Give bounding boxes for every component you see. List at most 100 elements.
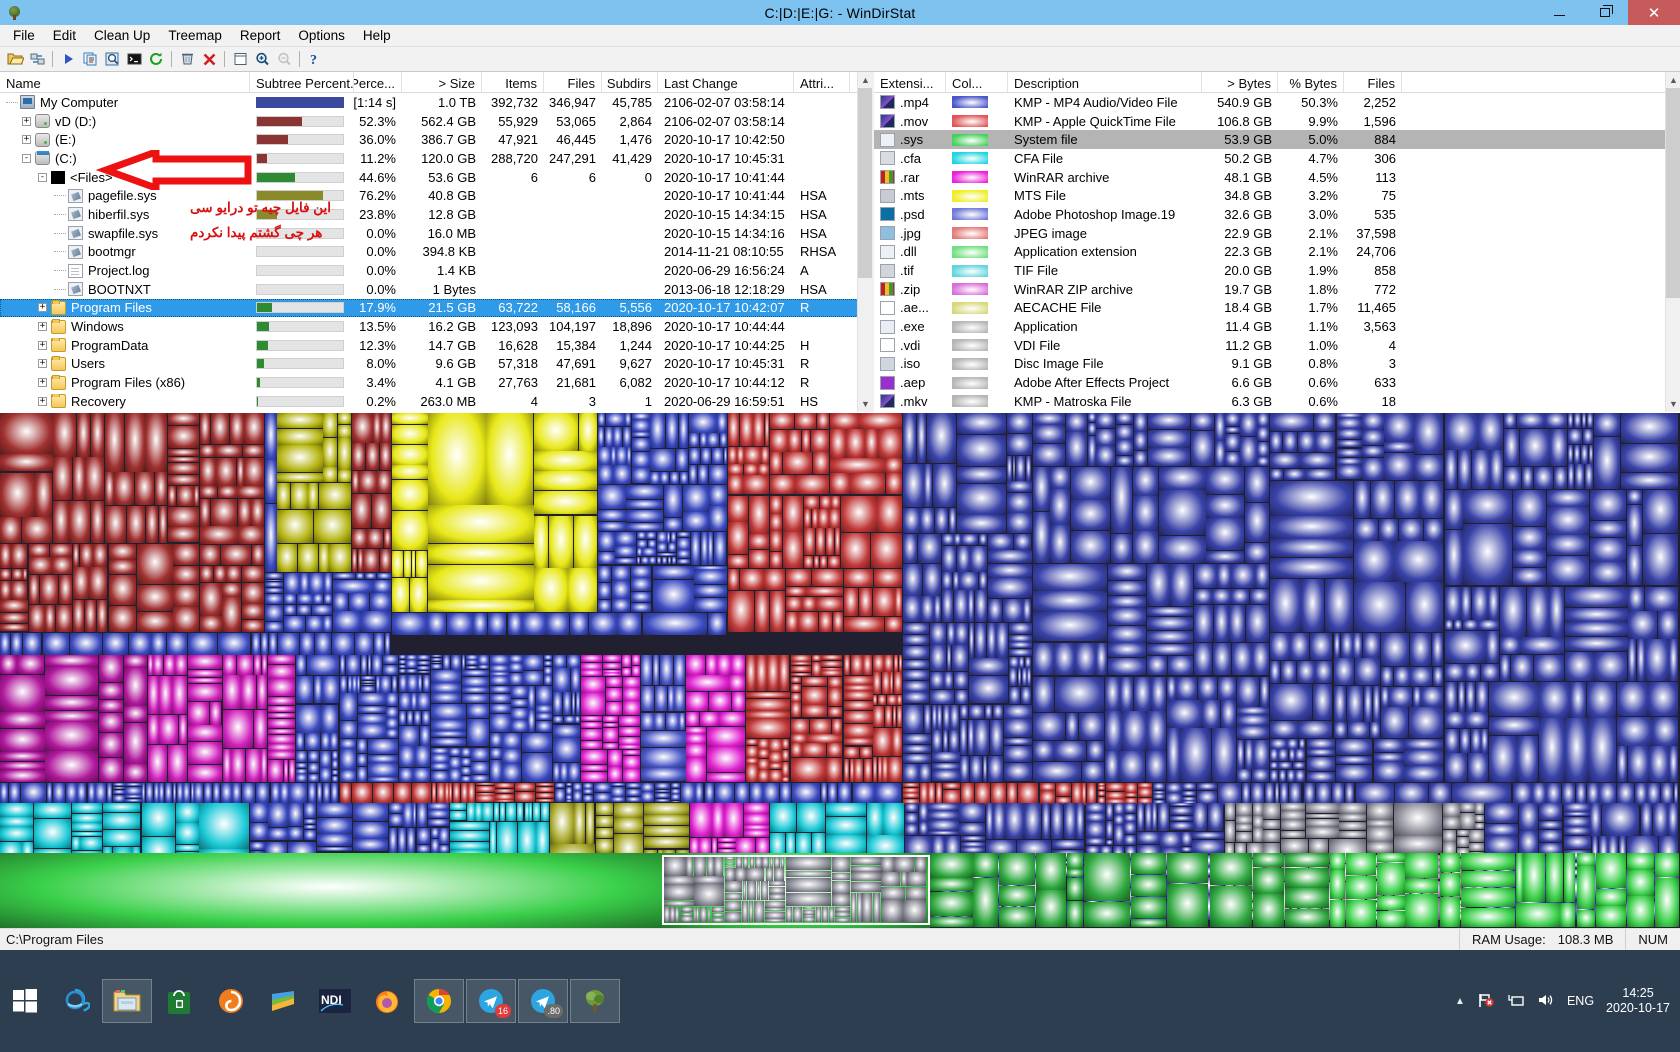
treemap-block[interactable]: [1263, 829, 1280, 842]
treemap-block[interactable]: [1120, 676, 1134, 711]
treemap-block[interactable]: [831, 880, 850, 894]
treemap-block[interactable]: [431, 747, 449, 754]
treemap-block[interactable]: [277, 633, 299, 655]
treemap-block[interactable]: [123, 668, 148, 706]
treemap-block[interactable]: [711, 917, 724, 922]
taskbar-app-ndi-tools[interactable]: NDI: [310, 979, 360, 1023]
treemap-block[interactable]: [1348, 722, 1369, 738]
treemap-block[interactable]: [761, 446, 770, 464]
treemap-block[interactable]: [598, 582, 612, 600]
treemap-block[interactable]: [671, 557, 676, 565]
treemap-block[interactable]: [1055, 783, 1071, 797]
treemap-block[interactable]: [265, 594, 284, 605]
treemap-block[interactable]: [802, 743, 827, 758]
treemap-block[interactable]: [581, 677, 606, 693]
treemap-block[interactable]: [1636, 639, 1645, 682]
treemap-block[interactable]: [357, 549, 363, 572]
treemap-block[interactable]: [373, 783, 393, 803]
treemap-block[interactable]: [1595, 853, 1627, 889]
treemap-block[interactable]: [1489, 682, 1539, 716]
treemap-block[interactable]: [953, 671, 968, 690]
treemap-block[interactable]: [903, 744, 932, 754]
treemap-block[interactable]: [1284, 888, 1329, 909]
treemap-block[interactable]: [598, 465, 613, 484]
treemap-block[interactable]: [188, 741, 222, 765]
treemap-block[interactable]: [1373, 762, 1404, 782]
treemap-block[interactable]: [680, 906, 693, 913]
treemap-block[interactable]: [929, 645, 947, 672]
treemap-block[interactable]: [744, 803, 770, 814]
treemap-block[interactable]: [804, 555, 814, 568]
treemap-block[interactable]: [769, 590, 786, 632]
treemap-block[interactable]: [790, 702, 802, 718]
treemap-block[interactable]: [175, 655, 187, 676]
chevron-up-icon[interactable]: ▲: [1455, 996, 1465, 1007]
treemap-block[interactable]: [1008, 642, 1032, 649]
treemap-block[interactable]: [406, 710, 414, 725]
treemap-block[interactable]: [356, 767, 368, 782]
treemap-block[interactable]: [450, 803, 467, 811]
treemap-block[interactable]: [406, 655, 417, 660]
treemap-block[interactable]: [241, 619, 265, 632]
treemap-block[interactable]: [1547, 555, 1590, 586]
treemap-block[interactable]: [553, 655, 567, 668]
treemap-block[interactable]: [1335, 738, 1373, 756]
treemap-block[interactable]: [699, 433, 707, 447]
treemap-block[interactable]: [333, 579, 373, 593]
treemap-block[interactable]: [1470, 729, 1481, 753]
treemap-block[interactable]: [1065, 712, 1079, 741]
treemap-block[interactable]: [748, 901, 754, 923]
treemap-block[interactable]: [159, 675, 172, 715]
treemap-block[interactable]: [1414, 413, 1444, 455]
treemap-block[interactable]: [830, 473, 850, 495]
treemap-block[interactable]: [1006, 481, 1032, 493]
treemap-block[interactable]: [421, 710, 430, 725]
treemap-block[interactable]: [451, 655, 461, 670]
treemap-block[interactable]: [813, 555, 819, 568]
treemap-block[interactable]: [209, 702, 222, 725]
treemap-block[interactable]: [598, 485, 626, 510]
copy-icon[interactable]: [79, 48, 101, 70]
treemap-block[interactable]: [490, 655, 509, 665]
treemap-block[interactable]: [942, 546, 957, 572]
treemap-block[interactable]: [1270, 516, 1354, 539]
treemap-block[interactable]: [1404, 766, 1444, 782]
treemap-block[interactable]: [356, 754, 368, 767]
treemap-block[interactable]: [916, 413, 926, 464]
treemap-block[interactable]: [806, 587, 843, 597]
treemap-block[interactable]: [626, 788, 641, 797]
treemap-block[interactable]: [948, 730, 960, 752]
treemap-block[interactable]: [878, 429, 902, 458]
treemap-block[interactable]: [986, 623, 996, 658]
treemap-block[interactable]: [1306, 803, 1339, 814]
treemap-block[interactable]: [780, 783, 792, 803]
treemap-block[interactable]: [1669, 746, 1679, 782]
treemap-block[interactable]: [495, 788, 514, 793]
treemap-block[interactable]: [613, 803, 644, 818]
treemap-block[interactable]: [830, 429, 846, 458]
file-tree-row[interactable]: + Users 8.0% 9.6 GB 57,318 47,691 9,627 2020-10…: [0, 355, 872, 374]
treemap-block[interactable]: [268, 803, 288, 828]
treemap-block[interactable]: [670, 788, 680, 794]
treemap-block[interactable]: [1063, 803, 1076, 840]
treemap-block[interactable]: [490, 733, 502, 748]
treemap-block[interactable]: [929, 689, 955, 704]
treemap-block[interactable]: [1231, 642, 1252, 676]
treemap-block[interactable]: [678, 413, 688, 449]
treemap-block[interactable]: [450, 841, 490, 850]
treemap-block[interactable]: [946, 623, 955, 645]
treemap-block[interactable]: [265, 604, 284, 622]
treemap-block[interactable]: [1278, 749, 1289, 761]
treemap-block[interactable]: [698, 464, 709, 484]
treemap-block[interactable]: [415, 746, 430, 768]
treemap-block[interactable]: [324, 573, 333, 594]
treemap-block[interactable]: [1581, 413, 1587, 429]
treemap-block[interactable]: [835, 917, 850, 922]
treemap-block[interactable]: [773, 868, 784, 881]
treemap-block[interactable]: [1489, 716, 1539, 735]
treemap-block[interactable]: [641, 768, 686, 782]
treemap-block[interactable]: [1481, 729, 1489, 753]
treemap-block[interactable]: [1330, 899, 1346, 928]
network-error-icon[interactable]: [1477, 992, 1495, 1011]
extension-row[interactable]: .exe Application 11.4 GB 1.1% 3,563: [874, 317, 1680, 336]
